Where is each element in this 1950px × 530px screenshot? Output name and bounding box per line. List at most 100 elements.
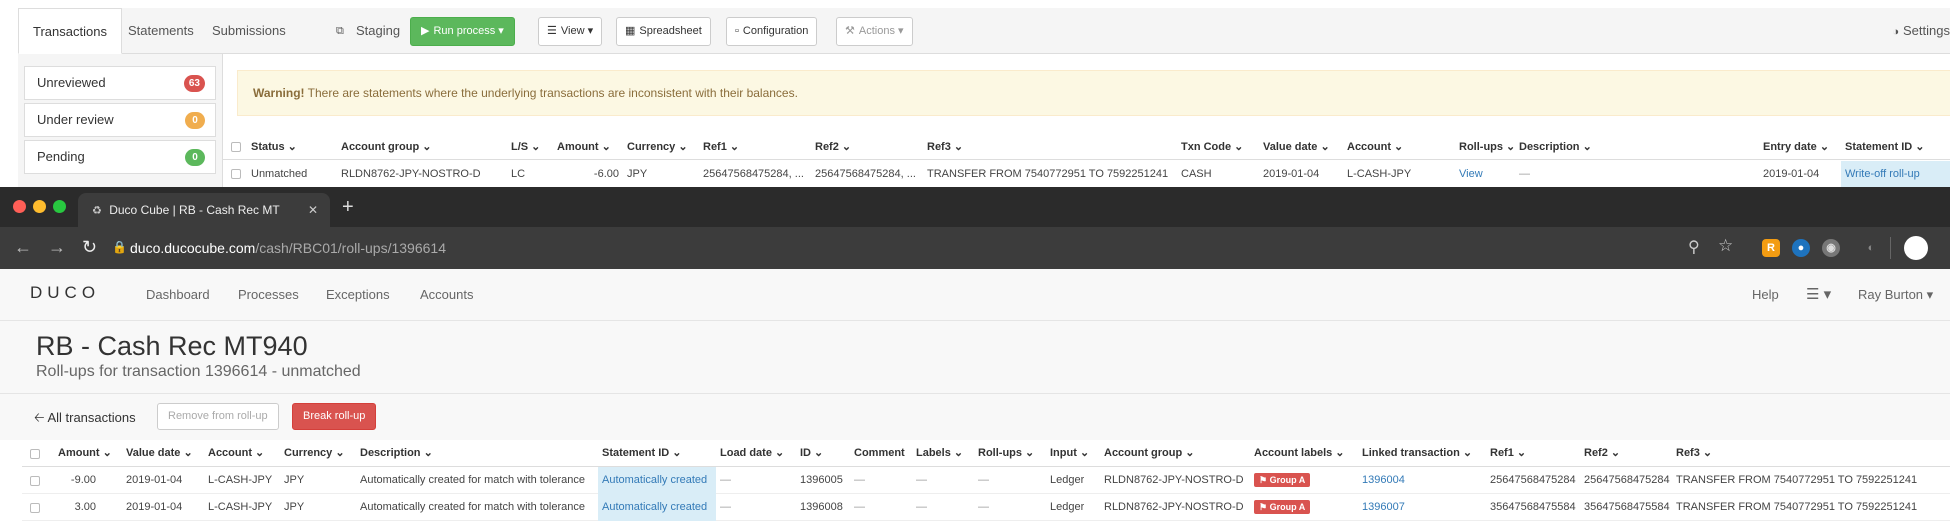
col-amount[interactable]: Amount ⌄: [58, 440, 112, 467]
col-account-labels[interactable]: Account labels ⌄: [1254, 440, 1345, 467]
col-label: Input: [1050, 447, 1077, 459]
settings-link[interactable]: ◑ Settings: [1892, 8, 1950, 54]
col-account[interactable]: Account ⌄: [208, 440, 264, 467]
col-currency[interactable]: Currency ⌄: [627, 134, 688, 160]
spreadsheet-button[interactable]: ▦ Spreadsheet: [616, 17, 711, 46]
col-input[interactable]: Input ⌄: [1050, 440, 1089, 467]
profile-avatar[interactable]: [1904, 236, 1928, 260]
col-ref3[interactable]: Ref3 ⌄: [1676, 440, 1712, 467]
filter-unreviewed[interactable]: Unreviewed 63: [24, 66, 216, 100]
col-amount[interactable]: Amount ⌄: [557, 134, 611, 160]
all-transactions-link[interactable]: 🡠 All transactions: [34, 405, 136, 431]
remove-from-rollup-button[interactable]: Remove from roll-up: [157, 403, 279, 430]
break-rollup-button[interactable]: Break roll-up: [292, 403, 377, 430]
cell-amount: -9.00: [70, 474, 96, 486]
col-statement-id[interactable]: Statement ID ⌄: [1845, 134, 1925, 160]
col-ref3[interactable]: Ref3 ⌄: [927, 134, 963, 160]
col-account[interactable]: Account ⌄: [1347, 134, 1403, 160]
rollups-view-link[interactable]: View: [1459, 161, 1483, 187]
url-path: /cash/RBC01/roll-ups/1396614: [255, 240, 446, 256]
nav-processes[interactable]: Processes: [238, 269, 299, 321]
col-linked-transaction[interactable]: Linked transaction ⌄: [1362, 440, 1472, 467]
col-load-date[interactable]: Load date ⌄: [720, 440, 784, 467]
duco-logo[interactable]: DUCO: [30, 283, 100, 303]
filter-under-review[interactable]: Under review 0: [24, 103, 216, 137]
col-description[interactable]: Description ⌄: [360, 440, 433, 467]
col-description[interactable]: Description ⌄: [1519, 134, 1592, 160]
tab-statements[interactable]: Statements: [114, 8, 208, 54]
cell-id: 1396008: [800, 501, 843, 513]
new-tab-icon[interactable]: +: [342, 194, 354, 220]
cell-labels: —: [916, 474, 927, 486]
close-window-icon[interactable]: [13, 200, 26, 213]
view-button[interactable]: ☰ View ▾: [538, 17, 603, 46]
col-label: Roll-ups: [978, 447, 1022, 459]
col-ls[interactable]: L/S ⌄: [511, 134, 540, 160]
col-status[interactable]: Status ⌄: [251, 134, 297, 160]
col-rollups[interactable]: Roll-ups ⌄: [978, 440, 1034, 467]
address-bar[interactable]: duco.ducocube.com/cash/RBC01/roll-ups/13…: [130, 227, 446, 269]
back-arrow-icon[interactable]: ←: [14, 235, 32, 259]
col-txn-code[interactable]: Txn Code ⌄: [1181, 134, 1243, 160]
extension-r-icon[interactable]: R: [1762, 239, 1780, 257]
forward-arrow-icon[interactable]: →: [48, 235, 66, 259]
col-value-date[interactable]: Value date ⌄: [126, 440, 193, 467]
hamburger-menu-icon[interactable]: ☰ ▾: [1806, 269, 1831, 321]
cell-value-date: 2019-01-04: [126, 474, 183, 486]
extension-gray-icon[interactable]: ◉: [1822, 239, 1840, 257]
col-label: L/S: [511, 141, 529, 153]
extension-dark-icon[interactable]: ◐: [1862, 239, 1880, 257]
select-all-checkbox[interactable]: [231, 142, 241, 152]
user-menu[interactable]: Ray Burton ▾: [1858, 269, 1933, 321]
tab-transactions[interactable]: Transactions: [18, 8, 122, 54]
table-row[interactable]: 3.00 2019-01-04 L-CASH-JPY JPY Automatic…: [22, 494, 1950, 521]
table-row[interactable]: -9.00 2019-01-04 L-CASH-JPY JPY Automati…: [22, 467, 1950, 494]
filter-pending[interactable]: Pending 0: [24, 140, 216, 174]
help-link[interactable]: Help: [1752, 269, 1779, 321]
col-value-date[interactable]: Value date ⌄: [1263, 134, 1330, 160]
extension-password-icon[interactable]: ●: [1792, 239, 1810, 257]
statement-id-link[interactable]: Write-off roll-up: [1841, 161, 1950, 187]
statement-id-link[interactable]: Automatically created: [598, 467, 716, 494]
nav-accounts[interactable]: Accounts: [420, 269, 473, 321]
col-entry-date[interactable]: Entry date ⌄: [1763, 134, 1829, 160]
actions-button[interactable]: ⚒ Actions ▾: [836, 17, 913, 46]
col-account-group[interactable]: Account group ⌄: [341, 134, 432, 160]
browser-tab[interactable]: ♻ Duco Cube | RB - Cash Rec MT ✕: [78, 193, 330, 227]
bookmark-star-icon[interactable]: ☆: [1718, 236, 1733, 256]
col-ref2[interactable]: Ref2 ⌄: [815, 134, 851, 160]
col-statement-id[interactable]: Statement ID ⌄: [602, 440, 682, 467]
row-checkbox[interactable]: [231, 169, 241, 179]
reload-icon[interactable]: ↻: [82, 235, 97, 259]
col-ref1[interactable]: Ref1 ⌄: [1490, 440, 1526, 467]
col-rollups[interactable]: Roll-ups ⌄: [1459, 134, 1515, 160]
select-all-checkbox[interactable]: [30, 449, 40, 459]
row-checkbox[interactable]: [30, 503, 40, 513]
statement-id-link[interactable]: Automatically created: [598, 494, 716, 521]
col-account-group[interactable]: Account group ⌄: [1104, 440, 1195, 467]
warning-title: Warning!: [253, 86, 305, 100]
col-currency[interactable]: Currency ⌄: [284, 440, 345, 467]
close-tab-icon[interactable]: ✕: [308, 193, 318, 227]
linked-transaction-link[interactable]: 1396007: [1362, 494, 1405, 521]
maximize-window-icon[interactable]: [53, 200, 66, 213]
cell-account-group: RLDN8762-JPY-NOSTRO-D: [341, 168, 481, 180]
tab-staging[interactable]: ⧉ Staging: [324, 8, 414, 54]
table-row[interactable]: Unmatched RLDN8762-JPY-NOSTRO-D LC -6.00…: [223, 161, 1950, 187]
tag-icon-label: ⚑ Group A: [1254, 473, 1311, 487]
configuration-button[interactable]: ▫ Configuration: [726, 17, 818, 46]
col-comment[interactable]: Comment: [854, 440, 905, 467]
run-process-button[interactable]: ▶ Run process ▾: [410, 17, 515, 46]
linked-transaction-link[interactable]: 1396004: [1362, 467, 1405, 494]
account-label-badge: ⚑ Group A: [1254, 494, 1311, 521]
col-ref2[interactable]: Ref2 ⌄: [1584, 440, 1620, 467]
col-ref1[interactable]: Ref1 ⌄: [703, 134, 739, 160]
row-checkbox[interactable]: [30, 476, 40, 486]
col-id[interactable]: ID ⌄: [800, 440, 823, 467]
nav-dashboard[interactable]: Dashboard: [146, 269, 210, 321]
nav-exceptions[interactable]: Exceptions: [326, 269, 390, 321]
minimize-window-icon[interactable]: [33, 200, 46, 213]
tab-submissions[interactable]: Submissions: [198, 8, 300, 54]
col-labels[interactable]: Labels ⌄: [916, 440, 963, 467]
zoom-icon[interactable]: ⚲: [1688, 237, 1700, 257]
